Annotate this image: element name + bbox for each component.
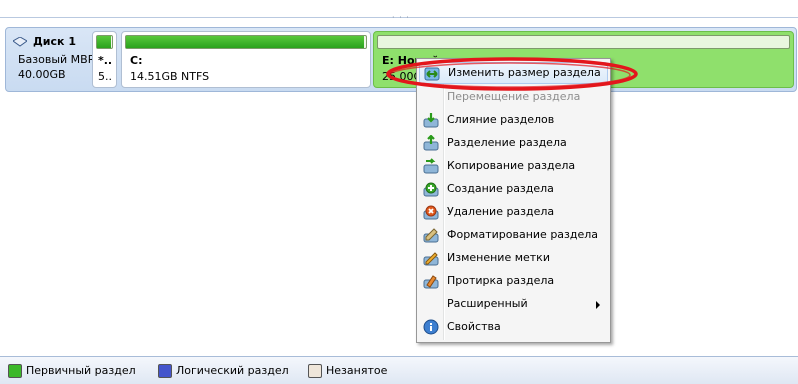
legend-swatch [158, 364, 172, 378]
legend-label: Логический раздел [176, 364, 289, 377]
legend-swatch [308, 364, 322, 378]
legend-label: Незанятое [326, 364, 388, 377]
legend-swatch [8, 364, 22, 378]
highlight-ellipse-annotation [386, 57, 638, 91]
legend-bar: Первичный раздел Логический раздел Незан… [0, 356, 798, 384]
legend-label: Первичный раздел [26, 364, 136, 377]
